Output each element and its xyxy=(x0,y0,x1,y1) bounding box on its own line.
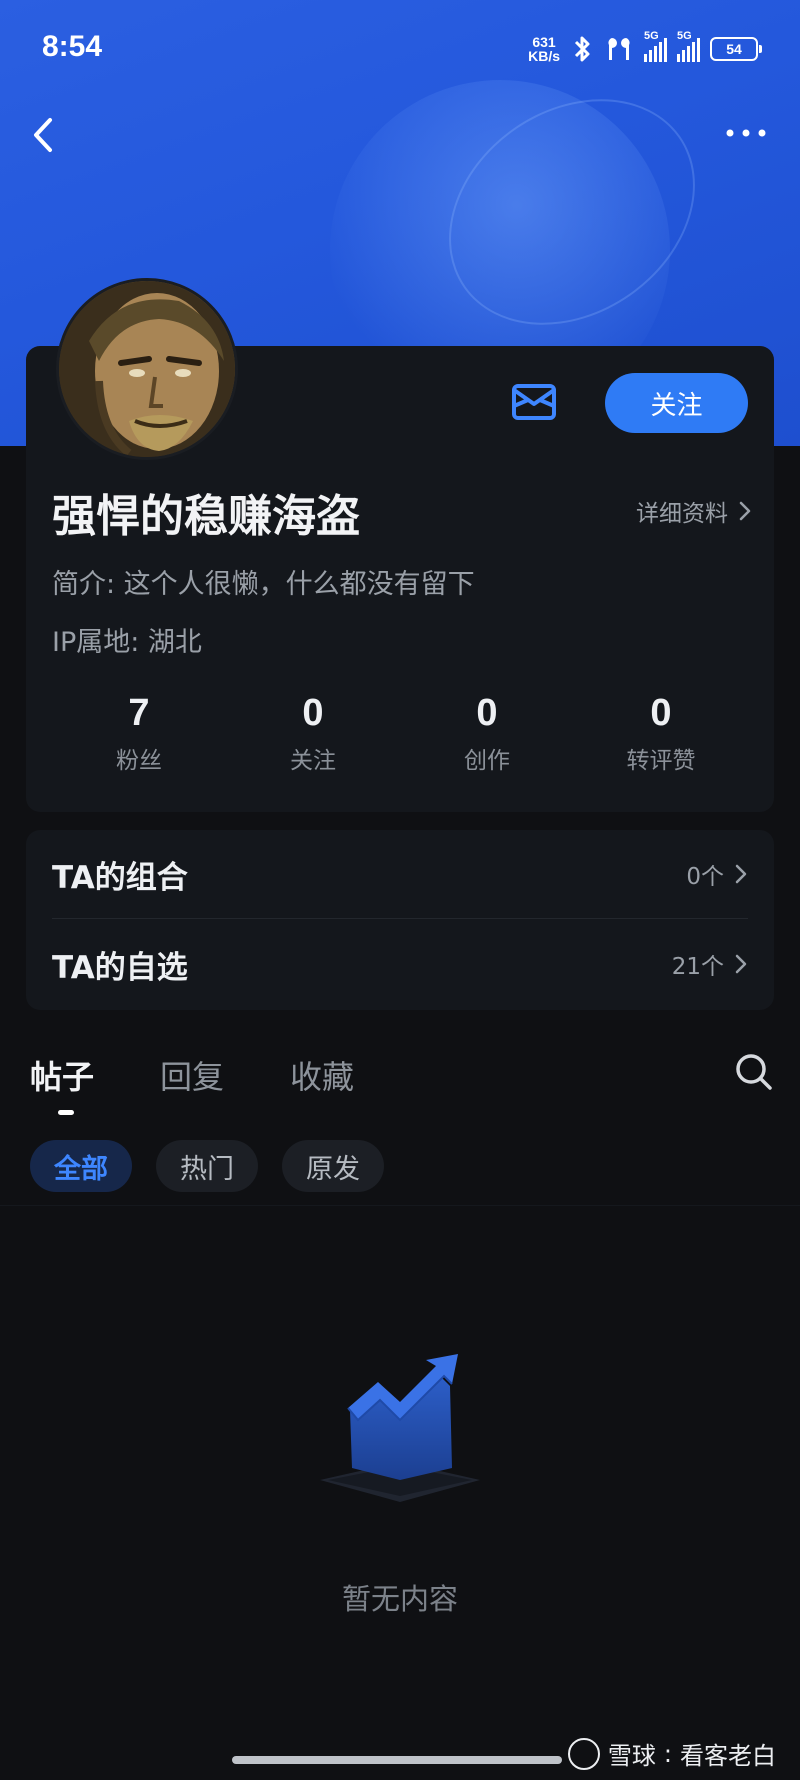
chip-original[interactable]: 原发 xyxy=(282,1140,384,1192)
stats-row: 7 粉丝 0 关注 0 创作 0 转评赞 xyxy=(52,692,748,792)
status-icons: 631 KB/s 5G 5G 54 xyxy=(528,30,762,66)
empty-state-chart-icon xyxy=(320,1354,480,1502)
content-tabs: 帖子 回复 收藏 xyxy=(30,1048,772,1118)
divider xyxy=(0,1205,800,1206)
stat-number: 0 xyxy=(650,692,672,734)
chip-hot[interactable]: 热门 xyxy=(156,1140,258,1192)
status-time: 8:54 xyxy=(42,30,103,63)
avatar[interactable] xyxy=(56,278,238,460)
stat-number: 7 xyxy=(128,692,150,734)
portfolio-link[interactable]: TA的组合 0个 xyxy=(52,830,748,918)
stat-followers[interactable]: 7 粉丝 xyxy=(52,692,226,792)
network-speed: 631 KB/s xyxy=(528,35,560,63)
stat-number: 0 xyxy=(302,692,324,734)
watchlist-link[interactable]: TA的自选 21个 xyxy=(52,920,748,1008)
signal-icon-2: 5G xyxy=(677,30,700,62)
chip-all[interactable]: 全部 xyxy=(30,1140,132,1192)
avatar-image xyxy=(59,281,235,457)
watermark-brand: 雪球 xyxy=(607,1742,656,1770)
stat-number: 0 xyxy=(476,692,498,734)
stat-label: 转评赞 xyxy=(626,748,696,774)
snowball-logo-icon xyxy=(567,1737,600,1770)
stat-creations[interactable]: 0 创作 xyxy=(400,692,574,792)
network-speed-unit: KB/s xyxy=(528,48,560,64)
bluetooth-icon xyxy=(574,36,590,62)
tab-replies[interactable]: 回复 xyxy=(160,1052,224,1098)
earbuds-icon xyxy=(608,38,630,60)
filter-chips: 全部 热门 原发 xyxy=(30,1140,384,1192)
empty-state-text: 暂无内容 xyxy=(341,1582,458,1616)
tab-posts[interactable]: 帖子 xyxy=(30,1052,94,1098)
status-bar: 8:54 631 KB/s 5G 5G 54 xyxy=(0,0,800,96)
more-options-icon[interactable] xyxy=(722,118,770,148)
portfolio-count-wrap: 0个 xyxy=(686,857,748,891)
chevron-right-icon xyxy=(735,864,747,884)
chevron-right-icon xyxy=(735,954,747,974)
detail-info-link[interactable]: 详细资料 xyxy=(636,494,752,528)
stat-label: 创作 xyxy=(464,748,510,774)
signal-icon-1: 5G xyxy=(644,30,667,62)
signal-2-label: 5G xyxy=(677,30,692,42)
watermark: 雪球 : 看客老白 xyxy=(567,1736,776,1771)
watchlist-count-wrap: 21个 xyxy=(672,947,748,981)
tab-favorites[interactable]: 收藏 xyxy=(290,1052,354,1098)
divider xyxy=(52,918,748,919)
watermark-author: 看客老白 xyxy=(680,1742,776,1770)
battery-icon: 54 xyxy=(710,37,762,61)
network-speed-value: 631 xyxy=(532,34,556,50)
stat-following[interactable]: 0 关注 xyxy=(226,692,400,792)
detail-info-label: 详细资料 xyxy=(636,501,728,527)
username: 强悍的稳赚海盗 xyxy=(52,491,360,542)
signal-1-label: 5G xyxy=(644,30,659,42)
ip-location: IP属地: 湖北 xyxy=(52,627,202,658)
watchlist-count: 21个 xyxy=(671,954,724,980)
stat-interactions[interactable]: 0 转评赞 xyxy=(574,692,748,792)
back-arrow-icon[interactable] xyxy=(26,110,66,160)
stat-label: 粉丝 xyxy=(116,748,162,774)
watermark-separator: : xyxy=(663,1739,672,1768)
portfolio-title: TA的组合 xyxy=(52,859,188,896)
chevron-right-icon xyxy=(739,501,751,521)
links-card: TA的组合 0个 TA的自选 21个 xyxy=(26,830,774,1010)
home-indicator[interactable] xyxy=(232,1756,562,1764)
stat-label: 关注 xyxy=(290,748,336,774)
active-tab-indicator xyxy=(58,1110,74,1115)
battery-level: 54 xyxy=(726,41,742,57)
message-icon[interactable] xyxy=(510,380,560,424)
bio-text: 简介: 这个人很懒，什么都没有留下 xyxy=(52,569,475,600)
follow-button[interactable]: 关注 xyxy=(605,373,748,433)
watchlist-title: TA的自选 xyxy=(52,949,188,986)
portfolio-count: 0个 xyxy=(686,864,724,890)
search-icon[interactable] xyxy=(730,1048,778,1096)
